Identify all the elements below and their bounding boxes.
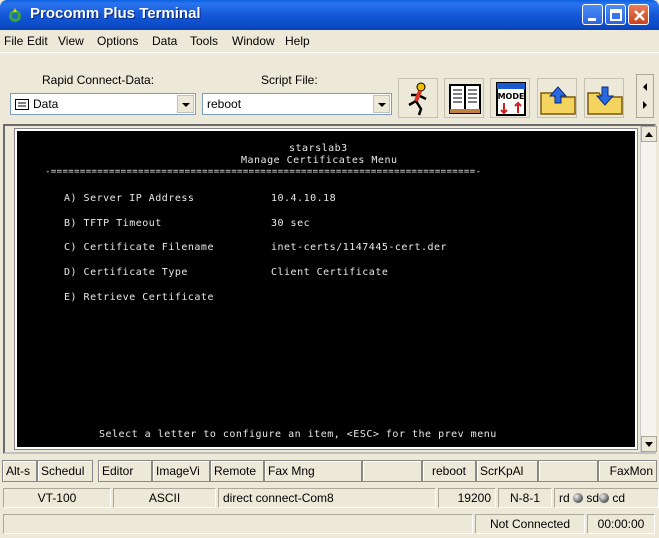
status-connection[interactable]: direct connect-Com8 [218,488,436,508]
phonebook-button[interactable] [444,78,484,118]
procomm-app-icon [9,8,21,22]
maximize-button[interactable] [605,4,626,25]
status-comm-params[interactable]: N-8-1 [498,488,552,508]
toolbar-scroll[interactable] [636,74,654,118]
minimize-icon [588,18,596,21]
terminal-item-key: E) Retrieve Certificate [64,292,214,303]
action-button-empty[interactable] [362,460,422,482]
terminal-item-key: B) TFTP Timeout [64,218,162,229]
terminal-item-value: Client Certificate [271,267,389,278]
terminal-screen[interactable]: starslab3 Manage Certificates Menu -====… [14,128,638,450]
action-bar: Alt-s Schedul Editor ImageVi Remote Fax … [0,458,659,484]
status-bar-secondary: Not Connected 00:00:00 [0,512,659,536]
run-script-icon [408,82,427,116]
status-bar: VT-100 ASCII direct connect-Com8 19200 N… [0,486,659,510]
cd-label: cd [612,491,626,505]
status-timer: 00:00:00 [587,514,655,534]
menu-file[interactable]: File [4,34,23,48]
maximize-icon [610,9,622,21]
status-baud-rate[interactable]: 19200 [438,488,496,508]
rapid-connect-dropdown-icon[interactable] [177,95,194,113]
status-line-indicators: rd sd cd [554,488,659,508]
rapid-connect-value: Data [33,97,59,111]
send-file-button[interactable] [537,78,577,118]
terminal-item-value: inet-certs/1147445-cert.der [271,242,448,253]
script-file-combo[interactable]: reboot [202,93,392,115]
phonebook-icon [449,84,481,114]
status-emulation[interactable]: VT-100 [3,488,111,508]
action-button-scrkpal[interactable]: ScrKpAl [476,460,538,482]
data-icon [15,99,29,110]
terminal-item-key: A) Server IP Address [64,193,195,204]
terminal-menu-title: Manage Certificates Menu [241,155,398,166]
script-file-dropdown-icon[interactable] [373,95,390,113]
terminal-item-value: 30 sec [271,218,311,229]
mode-text: MODE [498,92,525,101]
action-button-alts[interactable]: Alt-s [2,460,37,482]
terminal-vertical-scrollbar[interactable] [640,126,657,452]
rd-led-icon [573,493,584,503]
terminal-item-key: C) Certificate Filename [64,242,214,253]
close-icon [634,10,645,21]
status-message [3,514,473,534]
terminal-host: starslab3 [289,143,348,154]
action-button-reboot[interactable]: reboot [422,460,476,482]
action-button-editor[interactable]: Editor [98,460,152,482]
receive-file-icon [587,86,623,115]
menu-window[interactable]: Window [232,34,275,48]
menu-bar: File Edit View Options Data Tools Window… [0,30,659,52]
action-button-imageviewer[interactable]: ImageVi [152,460,210,482]
rd-label: rd [559,491,570,505]
title-bar[interactable]: Procomm Plus Terminal [0,0,659,30]
menu-tools[interactable]: Tools [190,34,218,48]
status-connection-state: Not Connected [475,514,585,534]
scroll-down-arrow-icon[interactable] [641,436,657,452]
sd-label: sd [586,491,600,505]
send-file-icon [540,86,576,115]
action-button-schedule[interactable]: Schedul [37,460,93,482]
toolbar-scroll-arrows-icon [643,83,647,109]
status-transfer-protocol[interactable]: ASCII [113,488,216,508]
window-title: Procomm Plus Terminal [30,5,201,22]
receive-file-button[interactable] [584,78,624,118]
action-button-empty[interactable] [538,460,598,482]
script-file-label: Script File: [261,73,318,87]
close-button[interactable] [628,4,649,25]
run-script-button[interactable] [398,78,438,118]
menu-data[interactable]: Data [152,34,177,48]
terminal-item-key: D) Certificate Type [64,267,188,278]
terminal-separator: -=======================================… [45,167,482,177]
rapid-connect-label: Rapid Connect-Data: [42,73,155,87]
rapid-connect-combo[interactable]: Data [10,93,196,115]
action-button-faxmon[interactable]: FaxMon [598,460,657,482]
terminal-prompt: Select a letter to configure an item, <E… [99,429,497,440]
minimize-button[interactable] [582,4,603,25]
menu-options[interactable]: Options [97,34,138,48]
action-button-remote[interactable]: Remote [210,460,264,482]
mode-button[interactable]: MODE [490,78,530,118]
menu-edit[interactable]: Edit [27,34,48,48]
sd-led-icon [599,493,610,503]
action-button-fax-manager[interactable]: Fax Mng [264,460,362,482]
terminal-item-value: 10.4.10.18 [271,193,337,204]
menu-view[interactable]: View [58,34,84,48]
menu-help[interactable]: Help [285,34,310,48]
scroll-up-arrow-icon[interactable] [641,126,657,142]
script-file-value: reboot [207,97,242,111]
mode-icon: MODE [496,82,526,116]
